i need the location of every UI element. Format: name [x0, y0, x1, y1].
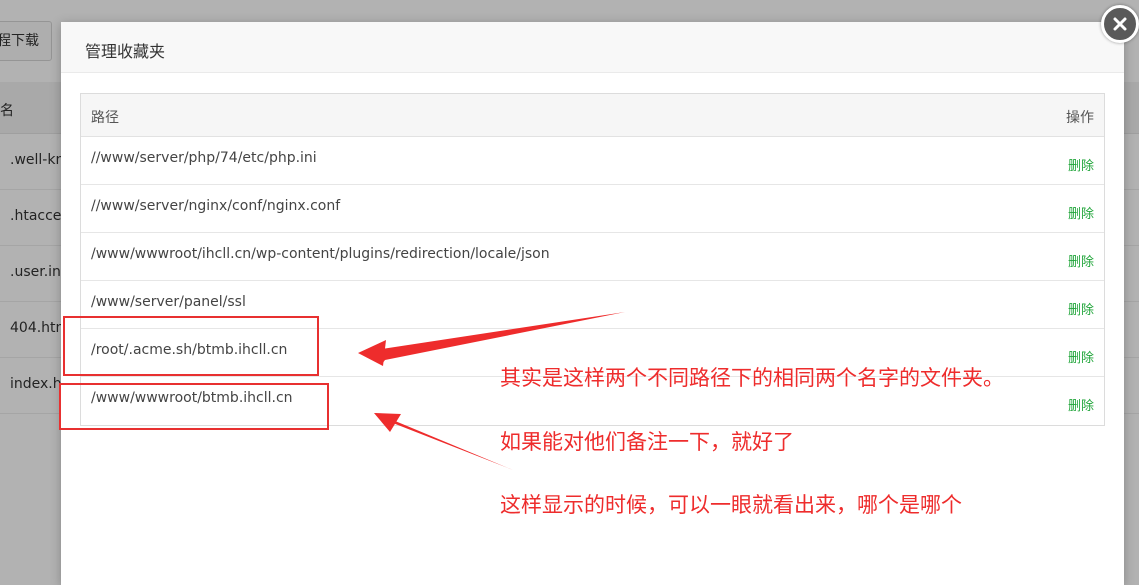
arrow-lower — [376, 413, 513, 470]
annotation-line-3: 这样显示的时候，可以一眼就看出来，哪个是哪个 — [500, 493, 962, 517]
annotation-line-2: 如果能对他们备注一下，就好了 — [500, 430, 794, 454]
arrow-upper — [362, 312, 625, 364]
annotation-line-1: 其实是这样两个不同路径下的相同两个名字的文件夹。 — [500, 366, 1004, 390]
arrow-upper-head — [358, 340, 386, 366]
